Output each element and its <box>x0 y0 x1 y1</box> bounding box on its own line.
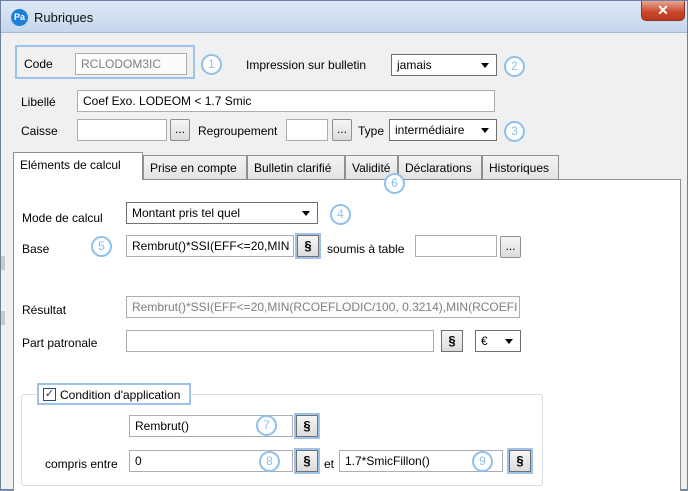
callout-badge-6: 6 <box>384 173 405 194</box>
callout-badge-3: 3 <box>504 121 525 142</box>
chevron-down-icon <box>505 339 513 344</box>
impression-label: Impression sur bulletin <box>246 58 367 72</box>
code-label: Code <box>24 57 53 71</box>
chevron-down-icon <box>481 128 489 133</box>
base-label: Base <box>22 242 50 256</box>
callout-badge-4: 4 <box>330 204 351 225</box>
part-patronale-field[interactable] <box>126 330 434 352</box>
callout-badge-9: 9 <box>472 451 493 472</box>
tab-bulletin-clarifie[interactable]: Bulletin clarifié <box>247 155 345 179</box>
callout-badge-8: 8 <box>259 451 280 472</box>
caisse-field[interactable] <box>77 119 167 141</box>
app-logo-icon: Pa <box>11 9 28 26</box>
et-label: et <box>324 457 335 471</box>
mode-calcul-value: Montant pris tel quel <box>132 206 241 220</box>
tab-historiques[interactable]: Historiques <box>482 155 559 179</box>
resize-grip <box>1 311 5 325</box>
resultat-label: Résultat <box>22 303 67 317</box>
impression-select[interactable]: jamais <box>391 54 497 76</box>
tab-elements-de-calcul[interactable]: Eléments de calcul <box>13 152 143 180</box>
part-patronale-formula-button[interactable]: § <box>441 330 463 352</box>
mode-calcul-select[interactable]: Montant pris tel quel <box>126 202 318 224</box>
libelle-field[interactable]: Coef Exo. LODEOM < 1.7 Smic <box>77 90 495 112</box>
part-patronale-label: Part patronale <box>22 336 98 350</box>
base-formula-button[interactable]: § <box>295 233 321 259</box>
chevron-down-icon <box>302 211 310 216</box>
chevron-down-icon <box>481 63 489 68</box>
currency-value: € <box>481 334 488 348</box>
callout-badge-1: 1 <box>201 54 222 75</box>
window-title: Rubriques <box>34 10 94 25</box>
regroupement-browse-button[interactable]: ... <box>332 119 352 141</box>
callout-badge-5: 5 <box>91 236 112 257</box>
impression-value: jamais <box>397 58 432 72</box>
caisse-browse-button[interactable]: ... <box>170 119 190 141</box>
type-value: intermédiaire <box>395 123 465 137</box>
currency-select[interactable]: € <box>475 330 521 352</box>
regroupement-field[interactable] <box>286 119 328 141</box>
soumis-table-field[interactable] <box>415 235 497 257</box>
rubriques-window: Pa Rubriques ✕ Code RCLODOM3IC 1 Impress… <box>0 0 688 491</box>
soumis-table-browse-button[interactable]: ... <box>500 236 521 258</box>
tab-prise-en-compte[interactable]: Prise en compte <box>143 155 247 179</box>
type-label: Type <box>358 124 385 138</box>
condition-group <box>21 394 543 486</box>
resize-grip <box>1 256 5 270</box>
condition-formula-button[interactable]: § <box>294 413 320 439</box>
base-field[interactable]: Rembrut()*SSI(EFF<=20,MIN <box>126 235 294 257</box>
regroupement-label: Regroupement <box>198 124 278 138</box>
title-bar: Pa Rubriques ✕ <box>1 1 687 33</box>
min-formula-button[interactable]: § <box>294 448 320 474</box>
libelle-label: Libellé <box>21 95 56 109</box>
close-button[interactable]: ✕ <box>641 1 685 21</box>
compris-entre-label: compris entre <box>45 457 118 471</box>
condition-checkbox[interactable]: ✓ <box>43 388 56 401</box>
condition-label: Condition d'application <box>60 388 181 402</box>
type-select[interactable]: intermédiaire <box>389 119 497 141</box>
caisse-label: Caisse <box>21 124 58 138</box>
tab-declarations[interactable]: Déclarations <box>398 155 482 179</box>
callout-badge-2: 2 <box>504 56 525 77</box>
code-field[interactable]: RCLODOM3IC <box>75 53 187 75</box>
soumis-table-label: soumis à table <box>327 242 405 256</box>
callout-badge-7: 7 <box>256 415 277 436</box>
max-formula-button[interactable]: § <box>507 448 533 474</box>
resultat-field[interactable]: Rembrut()*SSI(EFF<=20,MIN(RCOEFLODIC/100… <box>126 296 520 318</box>
mode-calcul-label: Mode de calcul <box>22 211 103 225</box>
